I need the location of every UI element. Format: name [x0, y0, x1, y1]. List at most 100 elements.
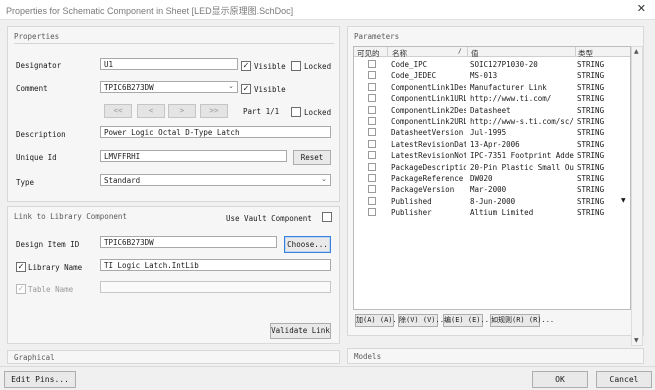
table-row[interactable]: Published 8-Jun-2000 STRING ▼: [354, 196, 630, 207]
parameter-visible-checkbox[interactable]: [368, 162, 376, 171]
previous-part-button[interactable]: <: [137, 104, 165, 118]
parameter-value: IPC-7351 Footprint Added.: [470, 151, 574, 161]
parameter-visible-checkbox[interactable]: [368, 71, 376, 80]
library-link-header: Link to Library Component: [14, 212, 127, 221]
remove-parameter-button[interactable]: 除(V) (V)...: [398, 314, 448, 327]
column-name[interactable]: 名称: [392, 48, 407, 59]
validate-link-button[interactable]: Validate Link: [270, 323, 331, 339]
close-icon[interactable]: ✕: [637, 2, 646, 15]
comment-label: Comment: [16, 84, 48, 93]
parameter-visible-checkbox[interactable]: [368, 151, 376, 160]
table-row[interactable]: PackageVersion Mar-2000 STRING: [354, 184, 630, 195]
table-row[interactable]: Code_IPC SOIC127P1030-20 STRING: [354, 59, 630, 70]
parameter-value: Jul-1995: [470, 128, 507, 138]
parameter-visible-checkbox[interactable]: [368, 60, 376, 68]
parameter-visible-checkbox[interactable]: [368, 94, 376, 103]
use-vault-checkbox[interactable]: [322, 212, 332, 222]
parameter-visible-checkbox[interactable]: [368, 128, 376, 137]
parameter-type: STRING: [577, 94, 605, 104]
column-visible[interactable]: 可见的: [357, 48, 380, 59]
table-row[interactable]: Publisher Altium Limited STRING: [354, 207, 630, 218]
parameter-name: ComponentLink2URL: [391, 117, 466, 126]
models-panel: Models: [347, 348, 644, 364]
type-combo[interactable]: Standard ⌄: [100, 174, 331, 186]
parameter-type: STRING: [577, 185, 605, 195]
table-row[interactable]: DatasheetVersion Jul-1995 STRING: [354, 127, 630, 138]
parameter-type: STRING: [577, 151, 605, 161]
type-dropdown-icon[interactable]: ▼: [621, 197, 626, 204]
last-part-button[interactable]: >>: [200, 104, 228, 118]
parameter-name: PackageReference: [391, 174, 464, 183]
table-row[interactable]: PackageReference DW020 STRING: [354, 173, 630, 184]
comment-combo[interactable]: TPIC6B273DW ⌄: [100, 81, 238, 93]
parameter-value: Datasheet: [470, 105, 511, 115]
dialog-footer: Edit Pins... OK Cancel: [0, 366, 655, 390]
parameters-scrollbar[interactable]: ▲ ▼: [631, 46, 643, 346]
table-row[interactable]: ComponentLink2URL http://www-s.ti.com/sc/…: [354, 116, 630, 127]
parameter-type: STRING: [577, 117, 605, 126]
table-row[interactable]: LatestRevisionNote IPC-7351 Footprint Add…: [354, 150, 630, 161]
parameter-visible-checkbox[interactable]: [368, 174, 376, 182]
ok-button[interactable]: OK: [532, 371, 588, 388]
designator-locked-label: Locked: [304, 62, 332, 71]
scroll-up-icon[interactable]: ▲: [634, 48, 639, 55]
parameter-type: STRING: [577, 128, 605, 138]
design-item-id-input[interactable]: TPIC6B273DW: [100, 236, 277, 248]
table-row[interactable]: Code_JEDEC MS-013 STRING: [354, 70, 630, 81]
parameter-type: STRING: [577, 71, 605, 81]
parameter-value: Mar-2000: [470, 185, 507, 195]
column-value[interactable]: 值: [471, 48, 479, 59]
edit-pins-button[interactable]: Edit Pins...: [4, 371, 76, 388]
design-item-id-label: Design Item ID: [16, 240, 80, 249]
table-row[interactable]: PackageDescription 20-Pin Plastic Small O…: [354, 162, 630, 173]
part-locked-checkbox[interactable]: [291, 107, 301, 117]
part-label: Part 1/1: [243, 107, 280, 116]
column-type[interactable]: 类型: [578, 48, 593, 59]
designator-input[interactable]: U1: [100, 58, 238, 70]
description-input[interactable]: Power Logic Octal D-Type Latch: [100, 126, 331, 138]
library-name-checkbox[interactable]: ✓: [16, 262, 26, 272]
designator-locked-checkbox[interactable]: [291, 61, 301, 71]
parameter-visible-checkbox[interactable]: [368, 196, 376, 205]
next-part-button[interactable]: >: [168, 104, 196, 118]
add-as-rule-button[interactable]: 如规则(R) (R)...: [490, 314, 554, 327]
designator-visible-checkbox[interactable]: ✓: [241, 61, 251, 71]
designator-visible-label: Visible: [254, 62, 286, 71]
table-row[interactable]: ComponentLink2Description Datasheet STRING: [354, 105, 630, 116]
first-part-button[interactable]: <<: [104, 104, 132, 118]
comment-visible-checkbox[interactable]: ✓: [241, 84, 251, 94]
scroll-down-icon[interactable]: ▼: [634, 337, 639, 344]
unique-id-input[interactable]: LMVFFRHI: [100, 150, 287, 162]
library-name-input[interactable]: TI Logic Latch.IntLib: [100, 259, 331, 271]
parameter-visible-checkbox[interactable]: [368, 82, 376, 91]
parameter-name: LatestRevisionDate: [391, 139, 466, 149]
parameter-type: STRING: [577, 208, 605, 218]
unique-id-label: Unique Id: [16, 153, 57, 162]
chevron-down-icon: ⌄: [321, 175, 327, 183]
parameter-visible-checkbox[interactable]: [368, 185, 376, 194]
parameter-visible-checkbox[interactable]: [368, 139, 376, 148]
use-vault-label: Use Vault Component: [226, 214, 312, 223]
parameter-name: Code_JEDEC: [391, 71, 437, 81]
edit-parameter-button[interactable]: 编(E) (E)...: [443, 314, 493, 327]
type-value: Standard: [104, 176, 141, 185]
parameter-type: STRING: [577, 105, 605, 115]
parameter-visible-checkbox[interactable]: [368, 208, 376, 217]
parameter-value: 13-Apr-2006: [470, 139, 520, 149]
add-parameter-button[interactable]: 加(A) (A)...: [355, 314, 405, 327]
table-name-label: Table Name: [28, 285, 74, 294]
reset-button[interactable]: Reset: [293, 150, 331, 165]
parameter-name: Published: [391, 196, 432, 206]
parameter-visible-checkbox[interactable]: [368, 105, 376, 114]
parameter-type: STRING: [577, 60, 605, 69]
choose-button[interactable]: Choose...: [284, 236, 331, 253]
library-link-panel: Link to Library Component Use Vault Comp…: [7, 206, 340, 344]
table-row[interactable]: ComponentLink1Description Manufacturer Li…: [354, 82, 630, 93]
graphical-header: Graphical: [14, 353, 55, 362]
table-row[interactable]: LatestRevisionDate 13-Apr-2006 STRING: [354, 139, 630, 150]
table-row[interactable]: ComponentLink1URL http://www.ti.com/STRIN…: [354, 93, 630, 104]
parameter-visible-checkbox[interactable]: [368, 117, 376, 125]
graphical-panel: Graphical: [7, 350, 340, 364]
parameter-name: Publisher: [391, 208, 432, 218]
cancel-button[interactable]: Cancel: [596, 371, 652, 388]
